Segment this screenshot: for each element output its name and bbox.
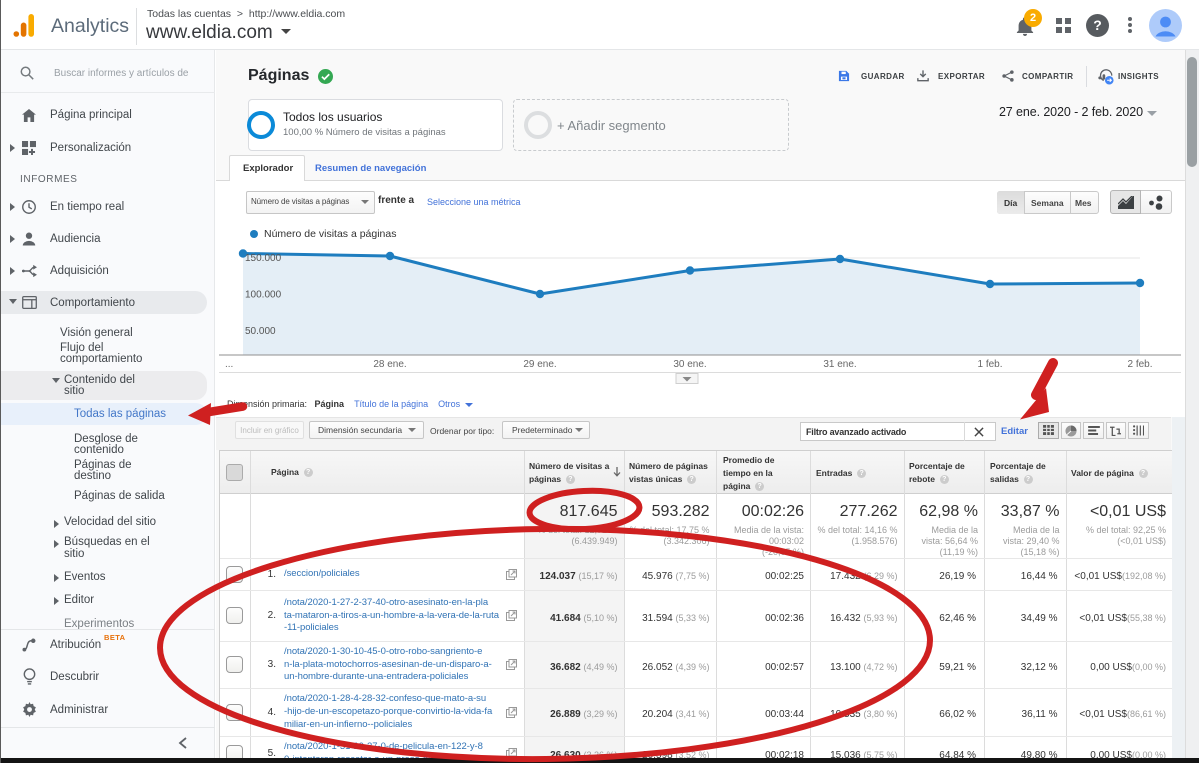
svg-text:2 feb.: 2 feb. [1127,359,1152,370]
svg-text:150.000: 150.000 [245,253,282,264]
svg-text:50.000: 50.000 [245,326,276,337]
svg-text:31 ene.: 31 ene. [823,359,856,370]
svg-text:28 ene.: 28 ene. [373,359,406,370]
svg-text:100.000: 100.000 [245,290,282,301]
svg-text:1 feb.: 1 feb. [977,359,1002,370]
svg-text:...: ... [225,359,233,370]
svg-text:30 ene.: 30 ene. [673,359,706,370]
svg-text:29 ene.: 29 ene. [523,359,556,370]
